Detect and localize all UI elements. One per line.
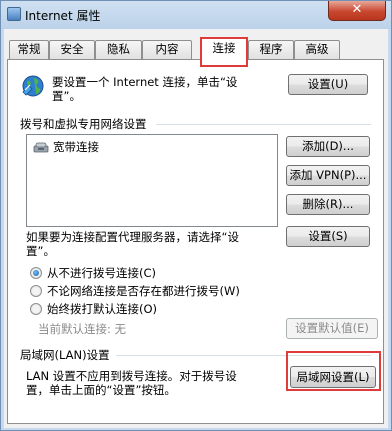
proxy-settings-button[interactable]: 设置(S): [286, 226, 370, 247]
dialup-connection-icon: [33, 142, 49, 153]
current-default-value: 无: [114, 322, 127, 336]
radio-dial-whenever[interactable]: 不论网络连接是否存在都进行拨号(W): [30, 283, 240, 299]
radio-label: 从不进行拨号连接(C): [47, 266, 157, 280]
add-vpn-button[interactable]: 添加 VPN(P)...: [286, 165, 370, 186]
tab-label: 内容: [155, 42, 179, 56]
lan-description-line2: 置，单击上面的“设置”按钮。: [26, 383, 176, 397]
tab-strip: 常规 安全 隐私 内容 连接 程序 高级: [7, 37, 387, 67]
tab-label: 程序: [259, 42, 283, 56]
tab-connections[interactable]: 连接: [200, 37, 248, 60]
setup-description-line1: 要设置一个 Internet 连接，单击“设: [52, 75, 238, 89]
radio-label: 不论网络连接是否存在都进行拨号(W): [47, 284, 240, 298]
setup-button[interactable]: 设置(U): [288, 74, 368, 95]
connections-listbox[interactable]: 宽带连接: [26, 134, 278, 227]
radio-never-dial[interactable]: 从不进行拨号连接(C): [30, 265, 156, 281]
lan-heading: 局域网(LAN)设置: [20, 348, 110, 362]
tab-programs[interactable]: 程序: [248, 40, 294, 59]
internet-properties-window: Internet 属性 ✕ 常规 安全 隐私 内容 连接 程序 高级 要设置一个: [0, 0, 392, 431]
close-button[interactable]: ✕: [328, 1, 386, 21]
current-default-label: 当前默认连接:: [38, 322, 111, 336]
dialup-divider: [156, 124, 371, 125]
radio-button[interactable]: [30, 285, 42, 297]
proxy-description-line2: 置”。: [26, 244, 55, 258]
tab-advanced[interactable]: 高级: [294, 40, 340, 59]
title-bar[interactable]: Internet 属性 ✕: [1, 1, 391, 29]
globe-icon: [22, 75, 44, 97]
set-default-button[interactable]: 设置默认值(E): [286, 318, 378, 339]
internet-options-icon: [7, 7, 21, 21]
lan-settings-button[interactable]: 局域网设置(L): [290, 366, 376, 388]
list-item-label: 宽带连接: [53, 140, 99, 154]
remove-button[interactable]: 删除(R)...: [286, 194, 370, 215]
radio-label: 始终拨打默认连接(O): [47, 302, 158, 316]
close-icon: ✕: [351, 2, 363, 17]
tab-label: 高级: [305, 42, 329, 56]
radio-button-checked[interactable]: [30, 267, 42, 279]
tab-security[interactable]: 安全: [49, 40, 95, 59]
tab-label: 连接: [212, 41, 236, 55]
tab-general[interactable]: 常规: [9, 40, 49, 59]
tab-label: 安全: [60, 42, 84, 56]
lan-description-line1: LAN 设置不应用到拨号连接。对于拨号设: [26, 369, 237, 383]
window-title: Internet 属性: [25, 9, 101, 23]
tab-content[interactable]: 内容: [142, 40, 192, 59]
tab-label: 隐私: [107, 42, 130, 56]
current-default-connection: 当前默认连接: 无: [38, 322, 126, 336]
dialog-client-area: 常规 安全 隐私 内容 连接 程序 高级 要设置一个 Internet 连接，单…: [4, 29, 388, 428]
list-item[interactable]: 宽带连接: [33, 139, 99, 155]
tab-privacy[interactable]: 隐私: [95, 40, 142, 59]
radio-button[interactable]: [30, 303, 42, 315]
setup-description-line2: 置”。: [52, 89, 81, 103]
dialup-heading: 拨号和虚拟专用网络设置: [20, 117, 147, 131]
proxy-description-line1: 如果要为连接配置代理服务器，请选择“设: [26, 230, 239, 244]
radio-always-dial[interactable]: 始终拨打默认连接(O): [30, 301, 157, 317]
add-button[interactable]: 添加(D)...: [286, 136, 370, 157]
lan-divider: [116, 355, 371, 356]
tab-label: 常规: [17, 42, 41, 56]
